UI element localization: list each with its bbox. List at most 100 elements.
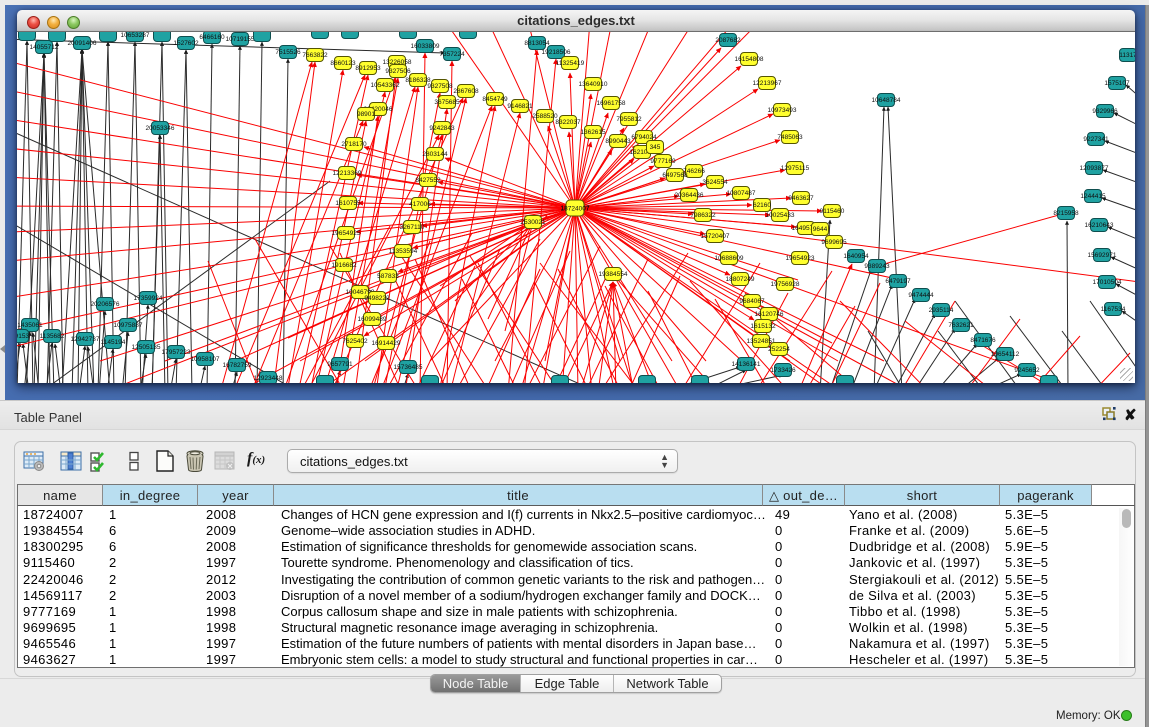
svg-text:9329966: 9329966 [1092,108,1118,115]
svg-text:18807249: 18807249 [726,276,755,283]
svg-text:10958107: 10958107 [191,356,220,363]
svg-text:6497568: 6497568 [662,172,688,179]
svg-text:10653287: 10653287 [121,32,150,39]
svg-text:10973493: 10973493 [768,107,797,114]
svg-text:9657791: 9657791 [327,361,353,368]
svg-text:10807487: 10807487 [727,190,756,197]
svg-text:7955812: 7955812 [616,116,642,123]
svg-text:11353594: 11353594 [389,248,418,255]
svg-text:1244415: 1244415 [1080,193,1106,200]
svg-text:1435061: 1435061 [17,322,43,329]
svg-text:1167534: 1167534 [1101,306,1126,313]
svg-text:2867608: 2867608 [453,88,479,95]
svg-text:9242843: 9242843 [429,125,455,132]
svg-text:345: 345 [650,144,661,151]
svg-text:1135682: 1135682 [40,333,65,340]
svg-text:9644: 9644 [813,226,828,233]
svg-text:9115460: 9115460 [820,208,845,215]
svg-text:15720407: 15720407 [701,233,730,240]
svg-text:9245652: 9245652 [1014,367,1040,374]
svg-text:14055712: 14055712 [30,44,59,51]
svg-text:6794024: 6794024 [631,134,657,141]
svg-text:2588520: 2588520 [532,113,558,120]
svg-text:1575107: 1575107 [1104,80,1130,87]
svg-text:8660123: 8660123 [330,60,356,67]
svg-text:8471676: 8471676 [970,337,996,344]
svg-text:9777169: 9777169 [650,158,676,165]
svg-text:11325419: 11325419 [556,60,585,67]
svg-text:9498222: 9498222 [364,295,390,302]
svg-text:1640954: 1640954 [843,253,869,260]
svg-text:10719155: 10719155 [226,36,255,43]
svg-text:7357224: 7357224 [439,51,465,58]
svg-text:19756928: 19756928 [771,281,800,288]
svg-text:16782759: 16782759 [223,362,252,369]
svg-text:15736485: 15736485 [394,364,423,371]
svg-text:17010504: 17010504 [1093,279,1122,286]
svg-text:8990443: 8990443 [605,138,631,145]
svg-text:20206576: 20206576 [91,301,120,308]
svg-text:2718170: 2718170 [341,141,367,148]
svg-text:98901: 98901 [357,111,375,118]
svg-text:18724007: 18724007 [561,206,590,213]
svg-text:9327506: 9327506 [385,68,411,75]
svg-text:6479197: 6479197 [885,278,911,285]
svg-text:19654925: 19654925 [332,230,361,237]
svg-text:8322037: 8322037 [555,119,581,126]
svg-text:19218506: 19218506 [542,49,571,56]
svg-text:12093877: 12093877 [1080,165,1109,172]
svg-text:15692971: 15692971 [1088,252,1117,259]
svg-text:39153: 39153 [17,333,29,340]
svg-text:16961758: 16961758 [597,100,626,107]
svg-text:12213967: 12213967 [753,80,782,87]
svg-text:16914429: 16914429 [372,340,401,347]
svg-text:16120746: 16120746 [755,311,784,318]
svg-text:8454749: 8454749 [482,96,508,103]
svg-text:3675685: 3675685 [434,99,460,106]
svg-text:10688609: 10688609 [715,255,744,262]
svg-text:2087682: 2087682 [715,37,741,44]
svg-text:13640910: 13640910 [579,81,608,88]
svg-text:62160: 62160 [753,202,771,209]
svg-text:10025433: 10025433 [766,212,795,219]
svg-text:9389243: 9389243 [864,263,890,270]
svg-text:1527602: 1527602 [173,40,199,47]
svg-text:9699695: 9699695 [821,239,847,246]
svg-text:2803144: 2803144 [422,151,448,158]
svg-text:20053346: 20053346 [146,125,175,132]
svg-text:7485063: 7485063 [777,134,803,141]
svg-text:20364436: 20364436 [675,192,704,199]
svg-text:14136141: 14136141 [732,361,761,368]
svg-text:9474444: 9474444 [908,292,934,299]
svg-text:17359924: 17359924 [134,295,163,302]
svg-text:1145194: 1145194 [101,339,126,346]
svg-text:417006: 417006 [409,201,431,208]
svg-text:9227341: 9227341 [1083,136,1109,143]
svg-text:1916682: 1916682 [331,262,357,269]
svg-text:16210643: 16210643 [1085,222,1114,229]
svg-text:16099489: 16099489 [358,316,387,323]
svg-text:10654112: 10654112 [991,351,1020,358]
svg-text:7663822: 7663822 [302,52,328,59]
svg-text:8813054: 8813054 [524,40,550,47]
svg-text:1733426: 1733426 [770,367,796,374]
svg-text:12942737: 12942737 [71,336,100,343]
svg-text:16033809: 16033809 [411,43,440,50]
svg-text:8215958: 8215958 [1053,210,1079,217]
svg-text:11317: 11317 [1119,52,1135,59]
svg-text:17957223: 17957223 [162,349,191,356]
svg-text:6466160: 6466160 [199,34,225,41]
svg-text:20091406: 20091406 [68,40,97,47]
svg-text:7986322: 7986322 [690,212,716,219]
svg-text:10648784: 10648784 [872,97,901,104]
svg-text:9146821: 9146821 [507,103,533,110]
svg-text:16154808: 16154808 [735,56,764,63]
svg-text:1362615: 1362615 [580,129,606,136]
svg-text:252254: 252254 [768,346,790,353]
svg-text:7632621: 7632621 [948,322,974,329]
svg-text:12975115: 12975115 [781,165,810,172]
svg-text:10543362: 10543362 [371,82,400,89]
svg-text:19384554: 19384554 [599,271,628,278]
svg-text:2935114: 2935114 [929,307,954,314]
svg-text:12505135: 12505135 [132,344,161,351]
